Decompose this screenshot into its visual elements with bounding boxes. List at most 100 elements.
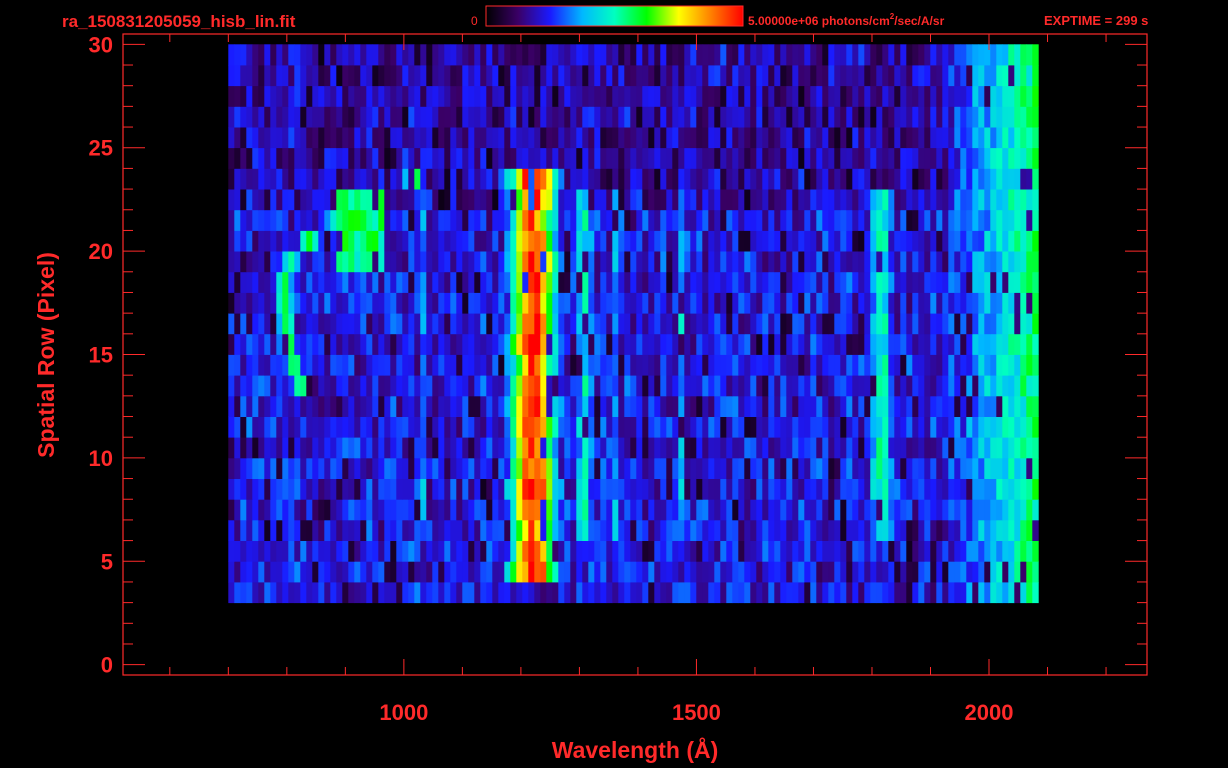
heatmap-cell <box>984 147 991 169</box>
heatmap-cell <box>858 44 865 66</box>
heatmap-cell <box>846 127 853 149</box>
heatmap-cell <box>312 540 319 562</box>
heatmap-cell <box>684 582 691 604</box>
heatmap-cell <box>774 499 781 521</box>
heatmap-cell <box>330 561 337 583</box>
heatmap-cell <box>420 251 427 273</box>
heatmap-cell <box>624 561 631 583</box>
heatmap-cell <box>444 271 451 293</box>
heatmap-cell <box>1026 168 1033 190</box>
heatmap-cell <box>420 44 427 66</box>
heatmap-cell <box>654 375 661 397</box>
heatmap-cell <box>456 540 463 562</box>
heatmap-cell <box>516 147 523 169</box>
heatmap-cell <box>846 416 853 438</box>
heatmap-cell <box>324 437 331 459</box>
heatmap-cell <box>870 582 877 604</box>
heatmap-cell <box>1026 251 1033 273</box>
heatmap-cell <box>312 271 319 293</box>
heatmap-cell <box>288 499 295 521</box>
heatmap-cell <box>660 519 667 541</box>
heatmap-cell <box>822 416 829 438</box>
heatmap-cell <box>330 437 337 459</box>
heatmap-cell <box>708 65 715 87</box>
heatmap-cell <box>846 168 853 190</box>
heatmap-cell <box>504 416 511 438</box>
heatmap-cell <box>696 168 703 190</box>
heatmap-cell <box>294 65 301 87</box>
heatmap-cell <box>708 561 715 583</box>
heatmap-cell <box>252 127 259 149</box>
heatmap-cell <box>816 230 823 252</box>
heatmap-cell <box>600 457 607 479</box>
heatmap-cell <box>288 209 295 231</box>
heatmap-cell <box>438 189 445 211</box>
heatmap-cell <box>444 354 451 376</box>
heatmap-cell <box>768 354 775 376</box>
heatmap-cell <box>498 313 505 335</box>
heatmap-cell <box>654 168 661 190</box>
heatmap-cell <box>384 65 391 87</box>
heatmap-cell <box>798 333 805 355</box>
heatmap-cell <box>648 478 655 500</box>
heatmap-cell <box>840 230 847 252</box>
heatmap-cell <box>894 127 901 149</box>
heatmap-cell <box>558 437 565 459</box>
heatmap-cell <box>300 540 307 562</box>
heatmap-cell <box>714 519 721 541</box>
heatmap-cell <box>342 499 349 521</box>
heatmap-cell <box>798 271 805 293</box>
heatmap-cell <box>726 375 733 397</box>
heatmap-cell <box>642 230 649 252</box>
heatmap-cell <box>714 437 721 459</box>
heatmap-cell <box>312 561 319 583</box>
heatmap-cell <box>378 333 385 355</box>
heatmap-cell <box>1008 395 1015 417</box>
heatmap-cell <box>564 147 571 169</box>
heatmap-cell <box>420 561 427 583</box>
heatmap-cell <box>768 65 775 87</box>
heatmap-cell <box>1002 147 1009 169</box>
heatmap-cell <box>792 457 799 479</box>
heatmap-cell <box>276 519 283 541</box>
heatmap-cell <box>546 271 553 293</box>
heatmap-cell <box>534 251 541 273</box>
heatmap-cell <box>756 354 763 376</box>
heatmap-cell <box>402 499 409 521</box>
heatmap-cell <box>852 209 859 231</box>
heatmap-cell <box>1020 44 1027 66</box>
heatmap-cell <box>954 209 961 231</box>
heatmap-cell <box>846 375 853 397</box>
heatmap-cell <box>690 127 697 149</box>
heatmap-cell <box>528 395 535 417</box>
heatmap-cell <box>324 499 331 521</box>
heatmap-cell <box>510 106 517 128</box>
heatmap-cell <box>450 333 457 355</box>
heatmap-cell <box>270 333 277 355</box>
heatmap-cell <box>570 313 577 335</box>
heatmap-cell <box>1026 106 1033 128</box>
heatmap-cell <box>270 416 277 438</box>
heatmap-cell <box>1002 127 1009 149</box>
heatmap-cell <box>702 519 709 541</box>
heatmap-cell <box>984 271 991 293</box>
heatmap-cell <box>966 478 973 500</box>
heatmap-cell <box>834 230 841 252</box>
exptime-label: EXPTIME = 299 s <box>1044 13 1148 28</box>
heatmap-cell <box>528 582 535 604</box>
heatmap-cell <box>318 395 325 417</box>
heatmap-cell <box>696 437 703 459</box>
heatmap-cell <box>780 519 787 541</box>
heatmap-cell <box>258 582 265 604</box>
heatmap-cell <box>726 189 733 211</box>
heatmap-cell <box>330 354 337 376</box>
heatmap-cell <box>1008 189 1015 211</box>
heatmap-cell <box>984 168 991 190</box>
heatmap-cell <box>852 333 859 355</box>
heatmap-cell <box>882 416 889 438</box>
heatmap-cell <box>300 44 307 66</box>
heatmap-cell <box>864 292 871 314</box>
heatmap-cell <box>894 251 901 273</box>
heatmap-cell <box>990 65 997 87</box>
heatmap-cell <box>468 540 475 562</box>
